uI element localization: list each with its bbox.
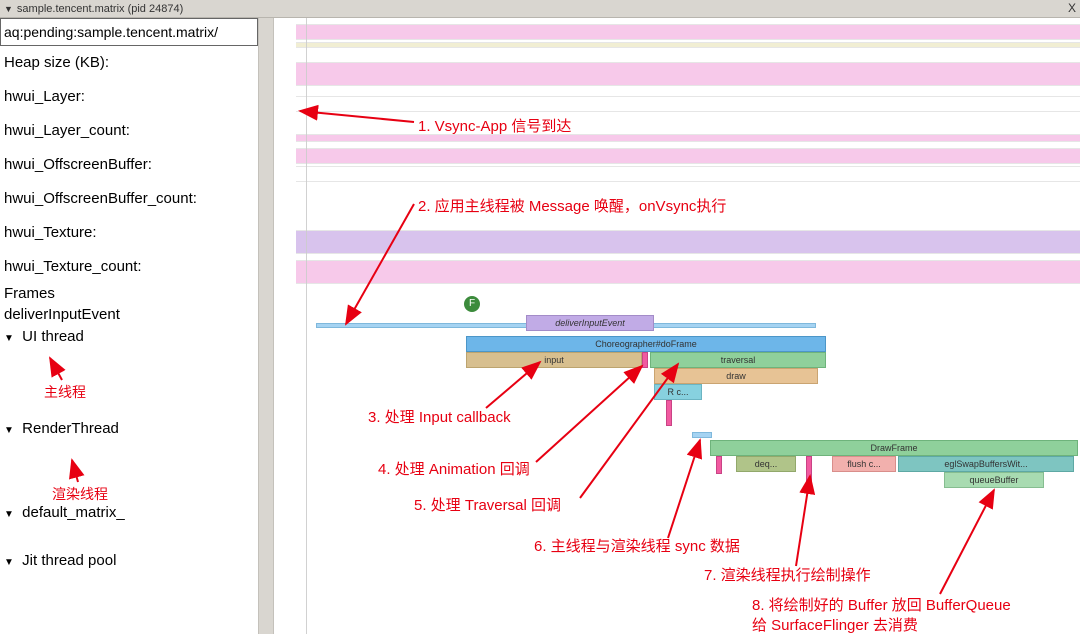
sidebar-row-jit-pool[interactable]: ▼ Jit thread pool [0, 552, 258, 574]
trace-track[interactable] [296, 260, 1080, 284]
sidebar-row[interactable]: aq:pending:sample.tencent.matrix/ [0, 18, 258, 46]
sidebar-row[interactable]: hwui_Texture: [0, 216, 258, 250]
trace-track[interactable] [296, 230, 1080, 254]
trace-eglswap[interactable]: eglSwapBuffersWit... [898, 456, 1074, 472]
disclosure-icon: ▼ [4, 330, 18, 348]
trace-slice[interactable] [666, 400, 672, 426]
sidebar-row-deliver[interactable]: deliverInputEvent [0, 306, 258, 328]
trace-track[interactable] [296, 42, 1080, 48]
trace-window: ▼ sample.tencent.matrix (pid 24874) X aq… [0, 0, 1080, 634]
trace-flush[interactable]: flush c... [832, 456, 896, 472]
trace-do-frame[interactable]: Choreographer#doFrame [466, 336, 826, 352]
trace-slice[interactable] [806, 456, 812, 490]
sidebar-row[interactable]: hwui_Texture_count: [0, 250, 258, 284]
vsync-line [306, 18, 307, 634]
disclosure-icon: ▼ [4, 422, 18, 440]
sidebar-row-frames[interactable]: Frames [0, 284, 258, 306]
trace-track[interactable] [296, 134, 1080, 142]
sidebar-row[interactable]: hwui_OffscreenBuffer: [0, 148, 258, 182]
trace-queuebuf[interactable]: queueBuffer [944, 472, 1044, 488]
trace-input[interactable]: input [466, 352, 642, 368]
trace-track[interactable] [296, 148, 1080, 164]
sidebar: aq:pending:sample.tencent.matrix/ Heap s… [0, 18, 258, 634]
collapse-icon[interactable]: ▼ [4, 4, 13, 14]
ruler-gutter [274, 18, 296, 634]
trace-traversal[interactable]: traversal [650, 352, 826, 368]
sidebar-row[interactable]: Heap size (KB): [0, 46, 258, 80]
disclosure-icon: ▼ [4, 554, 18, 572]
timeline[interactable]: F deliverInputEvent Choreographer#doFram… [296, 18, 1080, 634]
sidebar-row-default-matrix[interactable]: ▼ default_matrix_ [0, 504, 258, 526]
splitter[interactable] [258, 18, 274, 634]
trace-drawframe[interactable]: DrawFrame [710, 440, 1078, 456]
sidebar-row[interactable]: hwui_OffscreenBuffer_count: [0, 182, 258, 216]
trace-deliver-input[interactable]: deliverInputEvent [526, 315, 654, 331]
window-title: sample.tencent.matrix (pid 24874) [17, 3, 183, 15]
disclosure-icon: ▼ [4, 506, 18, 524]
trace-anim-slice[interactable] [642, 352, 648, 368]
trace-track[interactable] [296, 96, 1080, 112]
trace-track[interactable] [296, 24, 1080, 40]
body: aq:pending:sample.tencent.matrix/ Heap s… [0, 18, 1080, 634]
trace-rec[interactable]: R c... [654, 384, 702, 400]
trace-track[interactable] [296, 166, 1080, 182]
trace-draw[interactable]: draw [654, 368, 818, 384]
sidebar-row-render-thread[interactable]: ▼ RenderThread [0, 420, 258, 442]
sidebar-row[interactable]: hwui_Layer: [0, 80, 258, 114]
trace-track[interactable] [296, 62, 1080, 86]
titlebar: ▼ sample.tencent.matrix (pid 24874) X [0, 0, 1080, 18]
close-button[interactable]: X [1068, 1, 1076, 15]
trace-slice[interactable] [716, 456, 722, 474]
frame-marker[interactable]: F [464, 296, 480, 312]
trace-sync[interactable] [692, 432, 712, 438]
sidebar-row-ui-thread[interactable]: ▼ UI thread [0, 328, 258, 348]
trace-deq[interactable]: deq... [736, 456, 796, 472]
sidebar-row[interactable]: hwui_Layer_count: [0, 114, 258, 148]
